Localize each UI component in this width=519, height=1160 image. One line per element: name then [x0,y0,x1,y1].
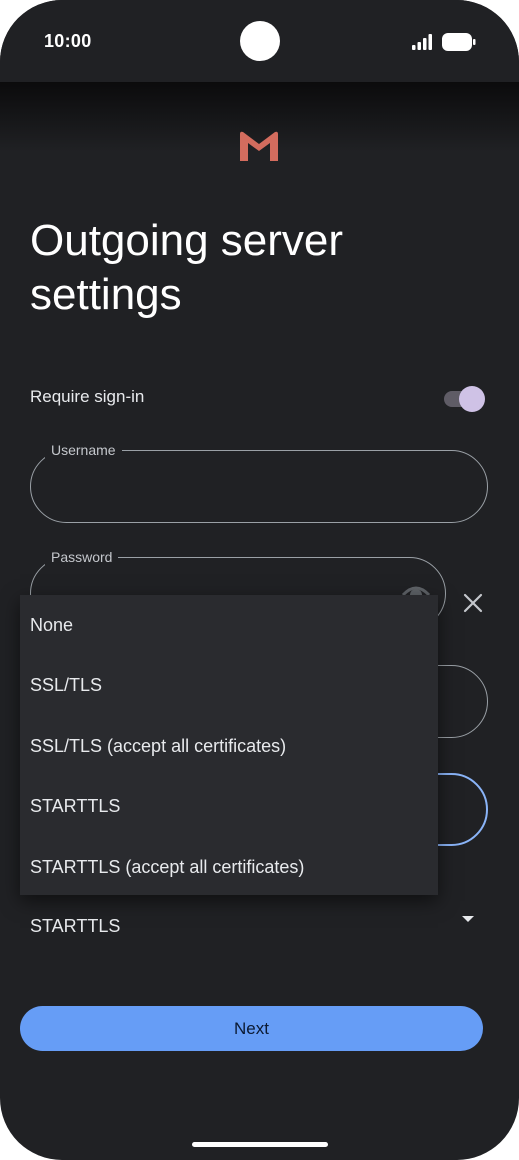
page-title: Outgoing server settings [30,216,344,319]
password-label: Password [45,548,119,566]
toggle-thumb [459,386,485,412]
menu-item-ssl-tls-accept-all[interactable]: SSL/TLS (accept all certificates) [20,716,438,777]
status-time: 10:00 [44,31,92,51]
username-label: Username [45,441,122,459]
next-button[interactable]: Next [20,1006,483,1051]
close-icon[interactable] [460,590,486,616]
menu-item-none[interactable]: None [20,595,438,656]
require-sign-in-label: Require sign-in [30,387,145,406]
security-dropdown-value[interactable]: STARTTLS [30,916,120,937]
mail-logo-icon [240,131,278,161]
menu-item-starttls-accept-all[interactable]: STARTTLS (accept all certificates) [20,837,438,898]
signal-icon [412,34,432,50]
phone-screen: 10:00 Outgoing server settings Require s… [0,0,519,1160]
home-indicator[interactable] [192,1142,328,1147]
menu-item-ssl-tls[interactable]: SSL/TLS [20,656,438,717]
username-field[interactable]: Username [30,441,488,523]
status-bar: 10:00 [0,0,519,82]
camera-cutout [240,21,280,61]
require-sign-in-toggle[interactable] [444,386,486,412]
battery-icon [442,33,476,51]
security-dropdown-menu: None SSL/TLS SSL/TLS (accept all certifi… [20,595,438,895]
menu-item-starttls[interactable]: STARTTLS [20,777,438,838]
dropdown-arrow-icon[interactable] [460,913,476,925]
